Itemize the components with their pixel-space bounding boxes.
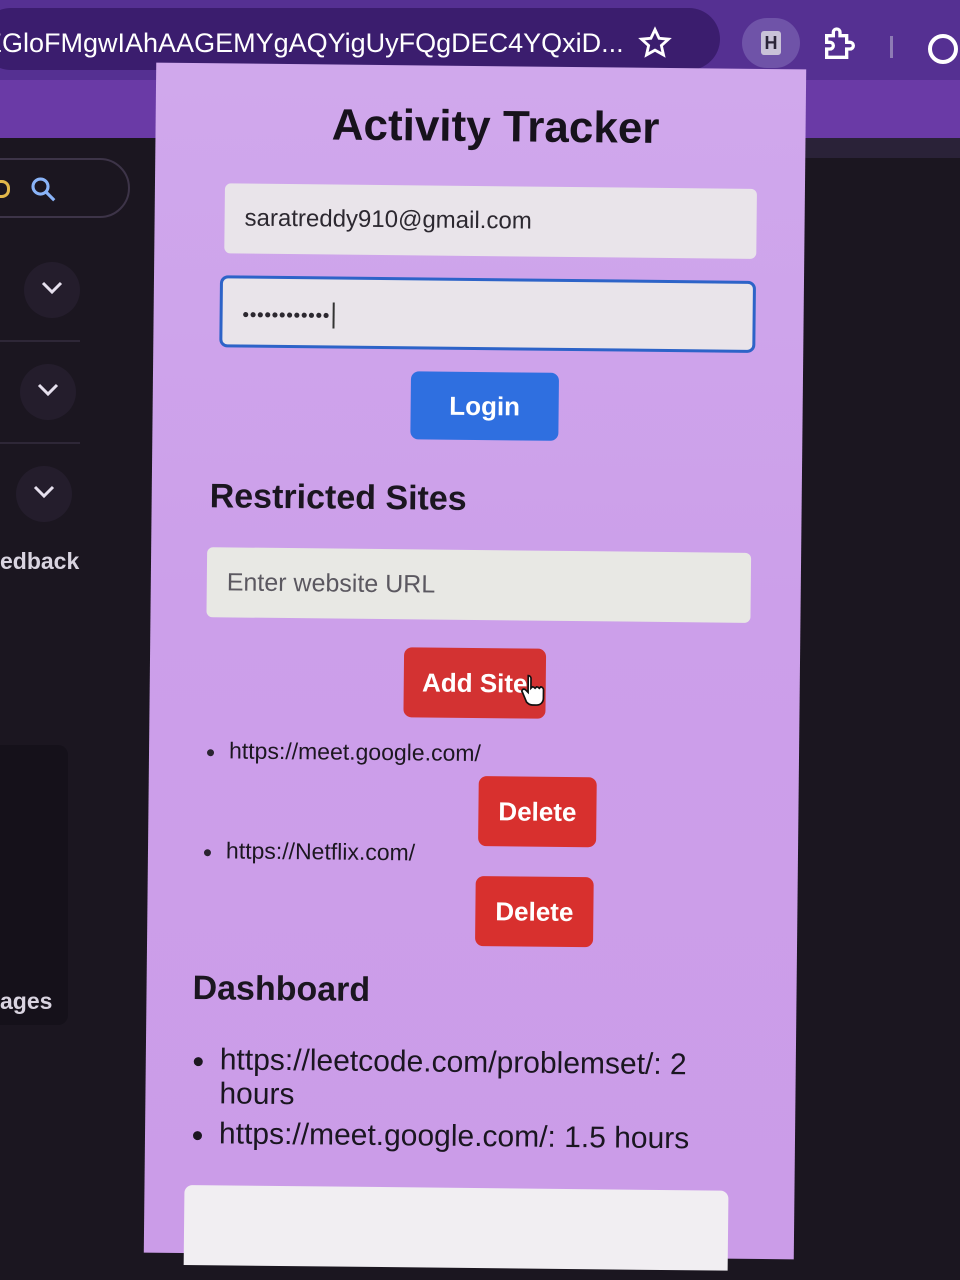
profile-initial: H (761, 31, 781, 55)
password-value: •••••••••••• (242, 304, 331, 326)
partial-icon (0, 180, 10, 198)
delete-site-button[interactable]: Delete (475, 876, 594, 948)
restricted-sites-heading: Restricted Sites (209, 477, 467, 518)
website-url-input[interactable]: Enter website URL (206, 547, 752, 623)
background-search-box[interactable] (0, 158, 130, 218)
email-field[interactable]: saratreddy910@gmail.com (224, 183, 757, 259)
toolbar-divider (890, 36, 893, 58)
background-card (0, 745, 68, 1025)
extensions-puzzle-icon[interactable] (820, 24, 860, 64)
list-bullet (203, 849, 212, 857)
circle-icon[interactable] (928, 34, 958, 64)
list-bullet (206, 749, 215, 757)
delete-site-button[interactable]: Delete (478, 776, 597, 848)
restricted-site-url: https://meet.google.com/ (228, 737, 482, 767)
text-caret (332, 302, 335, 329)
login-button[interactable]: Login (410, 371, 560, 441)
expand-chevron-2[interactable] (20, 364, 76, 420)
address-bar-url[interactable]: EGloFMgwIAhAAGEMYgAQYigUyFQgDEC4YQxiD... (0, 28, 634, 59)
bookmark-star-icon[interactable] (638, 26, 672, 60)
password-field[interactable]: •••••••••••• (219, 275, 756, 353)
address-bar[interactable]: EGloFMgwIAhAAGEMYgAQYigUyFQgDEC4YQxiD... (0, 8, 720, 70)
chevron-down-icon (37, 383, 59, 397)
background-divider (0, 340, 80, 342)
list-bullet (192, 1131, 203, 1141)
hand-pointer-cursor-icon (521, 674, 545, 706)
chevron-down-icon (33, 485, 55, 499)
extension-popup: Activity Tracker saratreddy910@gmail.com… (143, 62, 807, 1271)
popup-title: Activity Tracker (331, 100, 660, 153)
background-divider (0, 442, 80, 444)
dashboard-heading: Dashboard (192, 969, 371, 1009)
list-bullet (193, 1057, 203, 1067)
background-feedback-label[interactable]: edback (0, 548, 79, 575)
expand-chevron-1[interactable] (24, 262, 80, 318)
dashboard-item: https://meet.google.com/: 1.5 hours (218, 1117, 690, 1156)
bottom-panel (183, 1184, 729, 1271)
background-pages-label[interactable]: ages (0, 988, 52, 1015)
profile-button[interactable]: H (742, 18, 800, 68)
restricted-site-url: https://Netflix.com/ (225, 837, 416, 866)
chevron-down-icon (41, 281, 63, 295)
expand-chevron-3[interactable] (16, 466, 72, 522)
dashboard-item: https://leetcode.com/problemset/: 2 hour… (219, 1043, 687, 1112)
search-icon[interactable] (28, 174, 58, 204)
